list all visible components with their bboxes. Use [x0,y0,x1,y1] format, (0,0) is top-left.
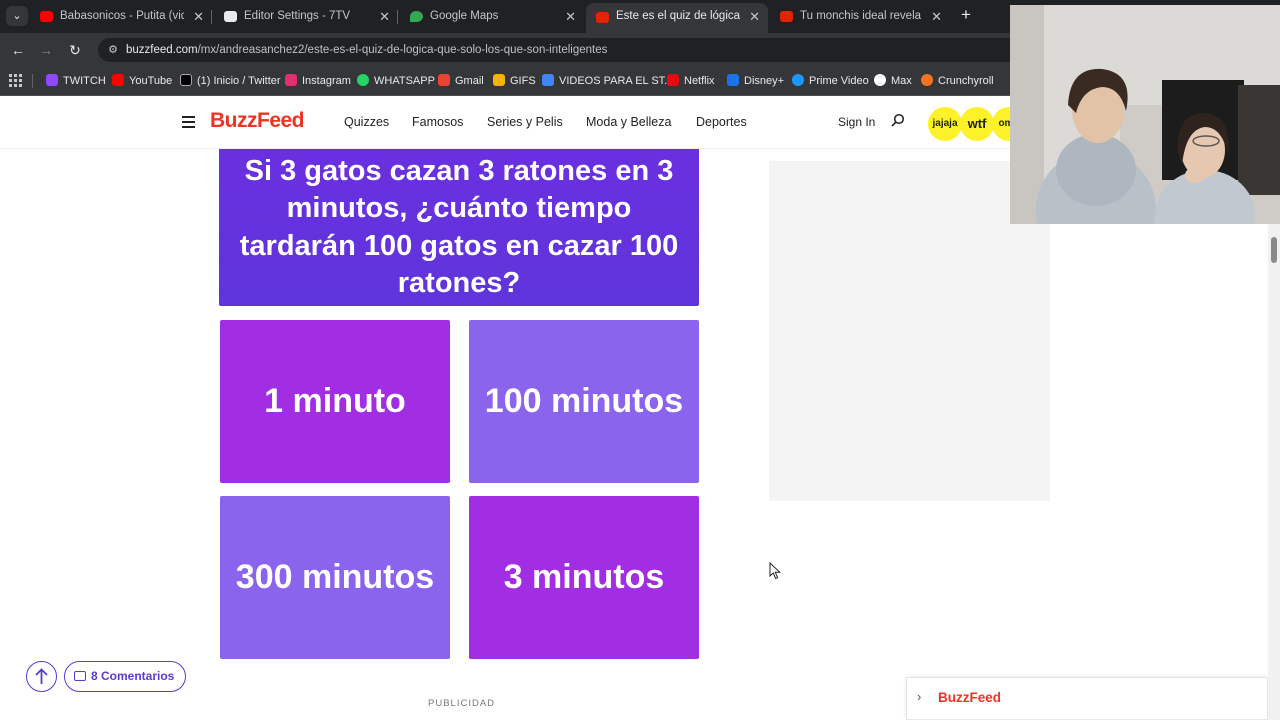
disney-icon [727,74,739,86]
bookmark-crunchyroll[interactable]: Crunchyroll [921,73,994,89]
ad-placeholder [769,161,1050,501]
instagram-icon [285,74,297,86]
tab-monchis[interactable]: Tu monchis ideal revela si ga ✕ [770,4,950,29]
scroll-to-top-button[interactable] [26,661,57,692]
answer-100-minutos[interactable]: 100 minutos [469,320,699,483]
maps-pin-icon [410,11,423,22]
comments-button[interactable]: 8 Comentarios [64,661,186,692]
bookmark-gmail[interactable]: Gmail [438,73,484,89]
comment-icon [74,671,86,681]
sign-in-link[interactable]: Sign In [838,115,875,129]
tab-title: Editor Settings - 7TV [244,10,351,22]
nav-series-y-pelis[interactable]: Series y Pelis [487,115,563,129]
close-tab-icon[interactable]: ✕ [193,4,204,29]
nav-quizzes[interactable]: Quizzes [344,115,389,129]
buzzfeed-logo[interactable]: BuzzFeed [210,109,305,133]
address-bar[interactable]: ⚙ buzzfeed.com/mx/andreasanchez2/este-es… [98,38,1098,62]
tab-google-maps[interactable]: Google Maps ✕ [400,4,584,29]
screen: ⌄ Babasonicos - Putita (video of ✕ Edito… [0,0,1280,720]
bookmark-disney[interactable]: Disney+ [727,73,784,89]
tab-quiz-active[interactable]: Este es el quiz de lógica que so ✕ [586,3,768,33]
chevron-right-icon[interactable]: › [917,689,921,704]
tab-title: Google Maps [430,10,499,22]
answer-3-minutos[interactable]: 3 minutos [469,496,699,659]
back-icon[interactable]: ← [8,40,28,60]
tab-babasonicos[interactable]: Babasonicos - Putita (video of ✕ [30,4,212,29]
badge-wtf[interactable]: wtf [960,107,994,141]
bookmark-twitch[interactable]: TWITCH [46,73,106,89]
widget-logo: BuzzFeed [938,690,1002,705]
close-tab-icon[interactable]: ✕ [565,4,576,29]
buzzfeed-bottom-widget[interactable]: › BuzzFeed [906,677,1268,720]
bookmark-prime-video[interactable]: Prime Video [792,73,869,89]
search-icon[interactable] [891,113,905,127]
youtube-icon [112,74,124,86]
close-tab-icon[interactable]: ✕ [749,3,760,30]
nav-moda-y-belleza[interactable]: Moda y Belleza [586,115,671,129]
max-icon [874,74,886,86]
answer-1-minuto[interactable]: 1 minuto [220,320,450,483]
menu-icon[interactable] [182,116,196,128]
apps-grid-icon[interactable] [9,74,22,87]
netflix-icon [667,74,679,86]
buzzfeed-trending-icon [596,12,609,23]
nav-deportes[interactable]: Deportes [696,115,747,129]
webcam-image [1010,5,1280,224]
reload-icon[interactable]: ↻ [65,40,85,60]
scroll-thumb[interactable] [1271,237,1277,263]
youtube-icon [40,11,53,22]
tab-title: Este es el quiz de lógica que so [616,10,740,22]
x-icon [180,74,192,86]
bookmark-netflix[interactable]: Netflix [667,73,715,89]
folder-icon [542,74,554,86]
ad-label: PUBLICIDAD [428,698,496,709]
gifs-icon [493,74,505,86]
arrow-up-icon [35,668,48,684]
bookmark-instagram[interactable]: Instagram [285,73,351,89]
close-tab-icon[interactable]: ✕ [931,4,942,29]
crunchyroll-icon [921,74,933,86]
tab-title: Tu monchis ideal revela si ga [800,10,922,22]
tab-title: Babasonicos - Putita (video of [60,10,184,22]
bookmark-videos[interactable]: VIDEOS PARA EL ST... [542,73,673,89]
bookmark-twitter[interactable]: (1) Inicio / Twitter [180,73,281,89]
bookmark-whatsapp[interactable]: WHATSAPP [357,73,435,89]
close-tab-icon[interactable]: ✕ [379,4,390,29]
7tv-icon [224,11,237,22]
quiz-question: Si 3 gatos cazan 3 ratones en 3 minutos,… [219,149,699,306]
bookmark-gifs[interactable]: GIFS [493,73,536,89]
bookmark-youtube[interactable]: YouTube [112,73,172,89]
twitch-icon [46,74,58,86]
badge-jajaja[interactable]: jajaja [928,107,962,141]
bookmark-max[interactable]: Max [874,73,912,89]
tab-search-chevron-icon[interactable]: ⌄ [6,6,28,26]
tab-7tv[interactable]: Editor Settings - 7TV ✕ [214,4,398,29]
whatsapp-icon [357,74,369,86]
mouse-cursor-icon [769,562,781,580]
answer-300-minutos[interactable]: 300 minutos [220,496,450,659]
gmail-icon [438,74,450,86]
site-info-icon[interactable]: ⚙ [106,43,120,57]
forward-icon[interactable]: → [36,40,56,60]
prime-video-icon [792,74,804,86]
webcam-overlay [1010,5,1280,224]
buzzfeed-trending-icon [780,11,793,22]
url-text[interactable]: buzzfeed.com/mx/andreasanchez2/este-es-e… [126,38,607,62]
nav-famosos[interactable]: Famosos [412,115,463,129]
new-tab-button[interactable]: + [956,4,976,28]
